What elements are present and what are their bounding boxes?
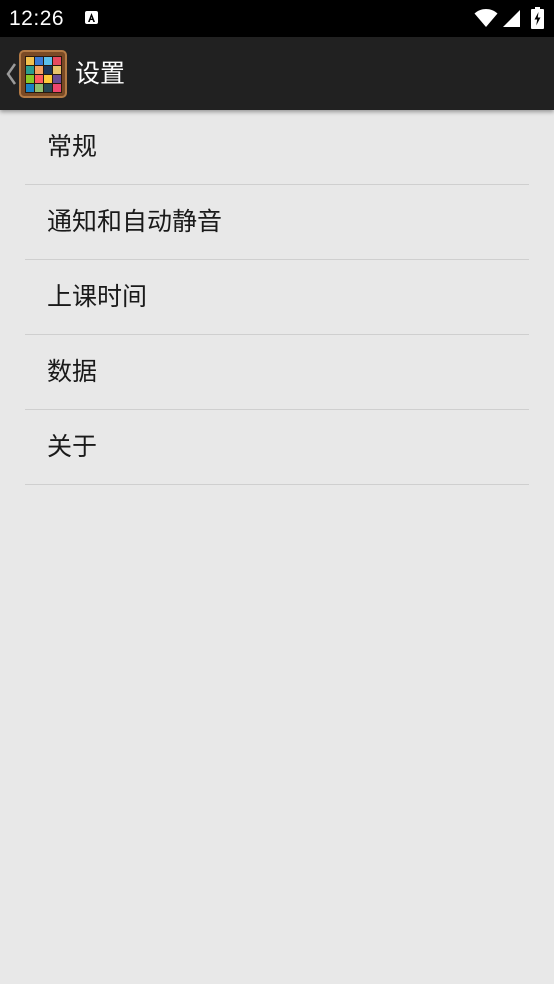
app-icon-cell <box>34 65 43 74</box>
app-icon-cell <box>34 56 43 65</box>
battery-charging-icon <box>531 7 544 29</box>
app-icon-cell <box>52 83 61 92</box>
settings-item-label: 常规 <box>47 132 98 161</box>
action-bar: 设置 <box>0 37 554 110</box>
settings-list: 常规 通知和自动静音 上课时间 数据 关于 <box>25 110 529 485</box>
page-title: 设置 <box>75 59 126 88</box>
app-icon-cell <box>25 65 34 74</box>
settings-item-label: 通知和自动静音 <box>47 207 223 236</box>
settings-item-label: 数据 <box>47 357 98 386</box>
wifi-icon <box>474 9 498 27</box>
signal-icon <box>503 10 520 27</box>
app-icon-cell <box>43 65 52 74</box>
status-bar: 12:26 <box>0 0 554 37</box>
status-time: 12:26 <box>9 7 65 30</box>
app-icon-cell <box>34 74 43 83</box>
app-icon-cell <box>25 83 34 92</box>
app-icon-cell <box>43 83 52 92</box>
app-icon-grid <box>25 56 62 93</box>
settings-item-label: 上课时间 <box>47 282 148 311</box>
settings-item-data[interactable]: 数据 <box>25 335 529 410</box>
app-grid-icon[interactable] <box>19 50 67 98</box>
app-icon-cell <box>43 56 52 65</box>
app-icon-cell <box>25 56 34 65</box>
settings-item-general[interactable]: 常规 <box>25 110 529 185</box>
app-icon-cell <box>34 83 43 92</box>
app-icon-cell <box>52 74 61 83</box>
settings-item-about[interactable]: 关于 <box>25 410 529 485</box>
a-notification-icon <box>85 11 98 24</box>
app-icon-cell <box>52 65 61 74</box>
app-icon-cell <box>52 56 61 65</box>
chevron-left-icon[interactable] <box>5 63 17 85</box>
settings-item-label: 关于 <box>47 432 98 461</box>
settings-item-notifications[interactable]: 通知和自动静音 <box>25 185 529 260</box>
app-icon-cell <box>25 74 34 83</box>
app-icon-cell <box>43 74 52 83</box>
settings-item-class-time[interactable]: 上课时间 <box>25 260 529 335</box>
